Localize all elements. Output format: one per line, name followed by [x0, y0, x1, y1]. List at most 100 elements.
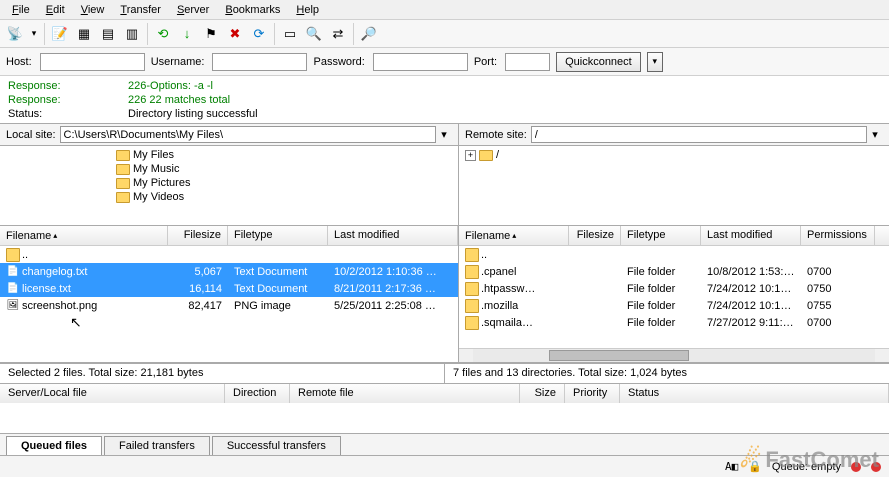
col-status[interactable]: Status	[620, 384, 889, 403]
quickconnect-dropdown[interactable]: ▾	[647, 52, 663, 72]
folder-icon	[116, 178, 130, 189]
horizontal-scrollbar[interactable]	[459, 348, 889, 362]
tree-item[interactable]: My Pictures	[133, 177, 190, 189]
port-label: Port:	[474, 56, 497, 68]
col-filetype[interactable]: Filetype	[621, 226, 701, 245]
host-label: Host:	[6, 56, 32, 68]
tab-failed[interactable]: Failed transfers	[104, 436, 210, 455]
user-input[interactable]	[212, 53, 307, 71]
menu-help[interactable]: Help	[288, 2, 327, 17]
col-remote-file[interactable]: Remote file	[290, 384, 520, 403]
remote-pane: Remote site: ▾ +/ Filename▴ Filesize Fil…	[459, 124, 889, 362]
text-file-icon: 📄	[6, 282, 20, 296]
reconnect-icon[interactable]: ⟳	[248, 23, 270, 45]
remote-file-list[interactable]: .. .cpanelFile folder10/8/2012 1:53:…070…	[459, 246, 889, 348]
folder-icon	[116, 192, 130, 203]
menu-edit[interactable]: Edit	[38, 2, 73, 17]
local-list-header: Filename▴ Filesize Filetype Last modifie…	[0, 226, 458, 246]
list-item[interactable]: .htpassw…File folder7/24/2012 10:1…0750	[459, 280, 889, 297]
port-input[interactable]	[505, 53, 550, 71]
tree-item[interactable]: My Music	[133, 163, 179, 175]
col-filesize[interactable]: Filesize	[168, 226, 228, 245]
folder-up-icon	[465, 248, 479, 262]
status-split: Selected 2 files. Total size: 21,181 byt…	[0, 362, 889, 383]
filter-icon[interactable]: ▭	[279, 23, 301, 45]
list-item[interactable]: 📄changelog.txt5,067Text Document10/2/201…	[0, 263, 458, 280]
message-log: Response:226-Options: -a -l Response:226…	[0, 76, 889, 124]
remote-status: 7 files and 13 directories. Total size: …	[445, 363, 889, 383]
local-path-input[interactable]	[60, 126, 436, 143]
toggle-log-icon[interactable]: 📝	[49, 23, 71, 45]
sitemanager-drop-icon[interactable]: ▾	[28, 23, 40, 45]
col-priority[interactable]: Priority	[565, 384, 620, 403]
col-filename[interactable]: Filename▴	[0, 226, 168, 245]
process-queue-icon[interactable]: ↓	[176, 23, 198, 45]
folder-icon	[479, 150, 493, 161]
tree-item[interactable]: My Files	[133, 149, 174, 161]
list-item[interactable]: .mozillaFile folder7/24/2012 10:1…0755	[459, 297, 889, 314]
col-modified[interactable]: Last modified	[701, 226, 801, 245]
menu-bookmarks[interactable]: Bookmarks	[217, 2, 288, 17]
image-file-icon: 🖼	[6, 299, 20, 313]
local-file-list[interactable]: .. 📄changelog.txt5,067Text Document10/2/…	[0, 246, 458, 362]
queue-body[interactable]	[0, 403, 889, 433]
text-file-icon: 📄	[6, 265, 20, 279]
folder-icon	[116, 164, 130, 175]
cancel-icon[interactable]: ⚑	[200, 23, 222, 45]
expander-icon[interactable]: +	[465, 150, 476, 161]
toggle-dir-icon[interactable]: ▥	[121, 23, 143, 45]
toggle-queue-icon[interactable]: ▤	[97, 23, 119, 45]
list-item[interactable]: 🖼screenshot.png82,417PNG image5/25/2011 …	[0, 297, 458, 314]
sitemanager-icon[interactable]: 📡	[4, 23, 26, 45]
col-filetype[interactable]: Filetype	[228, 226, 328, 245]
compare-icon[interactable]: 🔍	[303, 23, 325, 45]
search-icon[interactable]: 🔎	[358, 23, 380, 45]
col-size[interactable]: Size	[520, 384, 565, 403]
tab-queued[interactable]: Queued files	[6, 436, 102, 455]
list-item[interactable]: .sqmaila…File folder7/27/2012 9:11:…0700	[459, 314, 889, 331]
log-text: Directory listing successful	[128, 107, 258, 121]
toggle-tree-icon[interactable]: ▦	[73, 23, 95, 45]
folder-icon	[465, 299, 479, 313]
col-server-local[interactable]: Server/Local file	[0, 384, 225, 403]
list-item[interactable]: 📄license.txt16,114Text Document8/21/2011…	[0, 280, 458, 297]
list-item[interactable]: .cpanelFile folder10/8/2012 1:53:…0700	[459, 263, 889, 280]
remote-list-header: Filename▴ Filesize Filetype Last modifie…	[459, 226, 889, 246]
menu-file[interactable]: File	[4, 2, 38, 17]
dropdown-icon[interactable]: ▾	[436, 128, 452, 141]
tab-successful[interactable]: Successful transfers	[212, 436, 341, 455]
log-label: Response:	[8, 93, 128, 107]
log-text: 226 22 matches total	[128, 93, 230, 107]
menu-view[interactable]: View	[73, 2, 113, 17]
local-tree[interactable]: My Files My Music My Pictures My Videos	[0, 146, 458, 226]
folder-icon	[116, 150, 130, 161]
col-direction[interactable]: Direction	[225, 384, 290, 403]
list-item[interactable]: ..	[0, 246, 458, 263]
tree-item[interactable]: My Videos	[133, 191, 184, 203]
log-label: Response:	[8, 79, 128, 93]
menu-transfer[interactable]: Transfer	[112, 2, 169, 17]
menu-server[interactable]: Server	[169, 2, 217, 17]
watermark: ☄ FastComet	[740, 445, 879, 474]
disconnect-icon[interactable]: ✖	[224, 23, 246, 45]
local-site-label: Local site:	[6, 129, 56, 141]
refresh-icon[interactable]: ⟲	[152, 23, 174, 45]
user-label: Username:	[151, 56, 205, 68]
col-filesize[interactable]: Filesize	[569, 226, 621, 245]
tree-item[interactable]: /	[496, 149, 499, 161]
pass-input[interactable]	[373, 53, 468, 71]
host-input[interactable]	[40, 53, 145, 71]
quickconnect-button[interactable]: Quickconnect	[556, 52, 641, 72]
dropdown-icon[interactable]: ▾	[867, 128, 883, 141]
pass-label: Password:	[313, 56, 364, 68]
list-item[interactable]: ..	[459, 246, 889, 263]
sync-icon[interactable]: ⇄	[327, 23, 349, 45]
remote-path-input[interactable]	[531, 126, 867, 143]
remote-tree[interactable]: +/	[459, 146, 889, 226]
comet-icon: ☄	[740, 445, 762, 474]
file-panes: Local site: ▾ My Files My Music My Pictu…	[0, 124, 889, 362]
folder-icon	[465, 316, 479, 330]
col-filename[interactable]: Filename▴	[459, 226, 569, 245]
col-permissions[interactable]: Permissions	[801, 226, 875, 245]
col-modified[interactable]: Last modified	[328, 226, 458, 245]
